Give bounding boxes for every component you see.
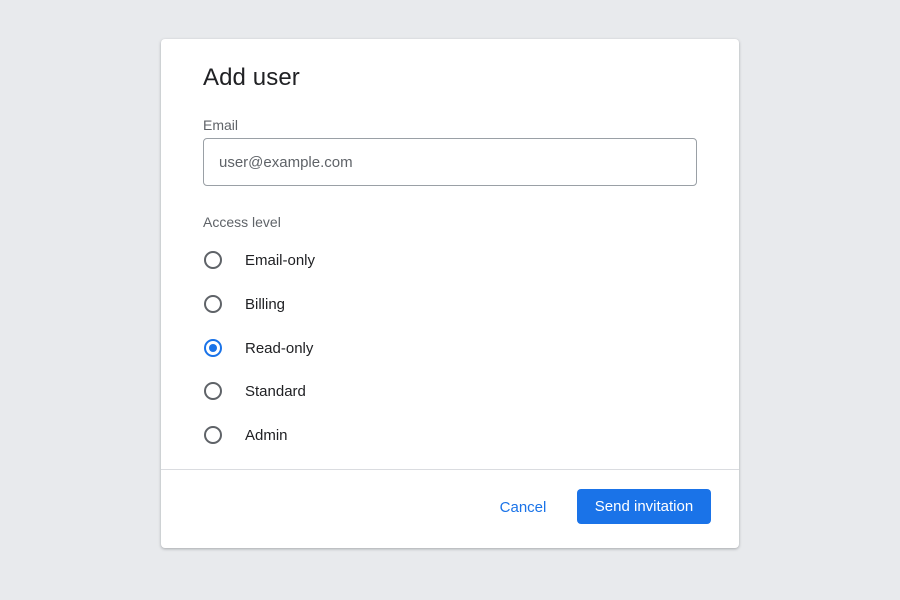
access-option-label: Standard (245, 382, 306, 400)
radio-button-icon[interactable] (204, 295, 222, 313)
access-option-email-only[interactable]: Email-only (203, 248, 315, 272)
access-option-label: Read-only (245, 339, 314, 357)
send-invitation-button[interactable]: Send invitation (577, 489, 711, 524)
radio-button-checked-icon[interactable] (204, 339, 222, 357)
access-option-read-only[interactable]: Read-only (203, 336, 313, 360)
cancel-button[interactable]: Cancel (481, 489, 565, 525)
access-option-label: Admin (245, 426, 288, 444)
access-option-billing[interactable]: Billing (203, 292, 285, 316)
access-level-label: Access level (203, 214, 281, 230)
access-option-label: Email-only (245, 251, 316, 269)
email-label: Email (203, 117, 239, 133)
radio-button-icon[interactable] (204, 251, 222, 269)
radio-button-icon[interactable] (204, 382, 222, 400)
add-user-dialog: Add user Email Access level Email-only B… (161, 39, 739, 548)
radio-button-icon[interactable] (204, 426, 222, 444)
access-option-label: Billing (245, 295, 286, 313)
email-field[interactable] (203, 138, 697, 186)
access-option-admin[interactable]: Admin (203, 423, 288, 447)
footer-divider (161, 469, 739, 470)
access-option-standard[interactable]: Standard (203, 379, 306, 403)
dialog-title: Add user (203, 64, 300, 91)
